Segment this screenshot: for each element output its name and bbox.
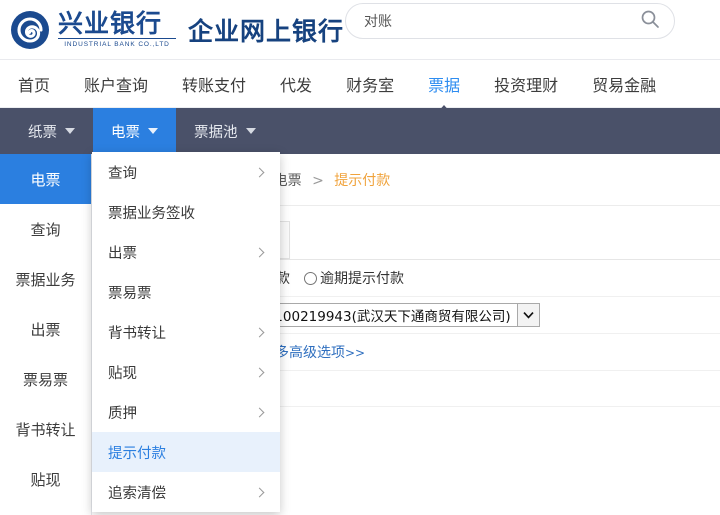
sidebar-item-piaoyipiao[interactable]: 票易票 [0, 354, 91, 404]
menu-item-query-label: 查询 [108, 162, 256, 183]
menu-item-discount-label: 贴现 [108, 362, 256, 383]
search-input[interactable] [364, 13, 640, 29]
chevron-right-icon [255, 327, 265, 337]
menu-item-payment-prompt[interactable]: 提示付款 [92, 432, 280, 472]
sidebar-item-bill-business[interactable]: 票据业务 [0, 254, 91, 304]
main-navigation: 首页 账户查询 转账支付 代发 财务室 票据 投资理财 贸易金融 [0, 60, 720, 108]
chevron-right-icon [255, 167, 265, 177]
radio-overdue-payment[interactable]: 逾期提示付款 [304, 268, 404, 288]
subnav-item-bill-pool-label: 票据池 [194, 121, 238, 142]
breadcrumb-item-current: 提示付款 [334, 173, 390, 189]
menu-item-recourse[interactable]: 追索清偿 [92, 472, 280, 512]
nav-item-bills[interactable]: 票据 [428, 72, 460, 96]
nav-item-trade-finance[interactable]: 贸易金融 [592, 72, 656, 96]
brand-subtitle: 企业网上银行 [188, 12, 344, 48]
global-search[interactable] [345, 3, 675, 39]
sidebar-item-issue[interactable]: 出票 [0, 304, 91, 354]
sub-navigation: 纸票 电票 票据池 [0, 108, 720, 154]
menu-item-query[interactable]: 查询 [92, 152, 280, 192]
subnav-item-paper-bill-label: 纸票 [28, 121, 57, 142]
radio-dot-icon[interactable] [304, 272, 317, 285]
sidebar-item-discount[interactable]: 贴现 [0, 454, 91, 504]
sidebar-item-pledge[interactable]: 质押 [0, 504, 91, 515]
menu-item-endorsement[interactable]: 背书转让 [92, 312, 280, 352]
page-root: 兴业银行 INDUSTRIAL BANK CO.,LTD 企业网上银行 首页 账… [0, 0, 720, 515]
sidebar-item-endorsement[interactable]: 背书转让 [0, 404, 91, 454]
site-header: 兴业银行 INDUSTRIAL BANK CO.,LTD 企业网上银行 [0, 0, 720, 60]
nav-item-transfer-payment[interactable]: 转账支付 [182, 72, 246, 96]
menu-item-recourse-label: 追索清偿 [108, 482, 256, 503]
radio-overdue-payment-label: 逾期提示付款 [320, 268, 404, 288]
chevron-down-icon [148, 128, 158, 134]
menu-item-payment-prompt-label: 提示付款 [108, 442, 266, 463]
e-bill-dropdown-menu: 查询 票据业务签收 出票 票易票 背书转让 贴现 质押 提示付款 追索清偿 [92, 152, 280, 512]
left-sidebar: 电票 查询 票据业务 出票 票易票 背书转让 贴现 质押 [0, 154, 92, 515]
menu-item-pledge-label: 质押 [108, 402, 256, 423]
chevron-down-icon [65, 128, 75, 134]
menu-item-pledge[interactable]: 质押 [92, 392, 280, 432]
chevron-right-icon [255, 367, 265, 377]
menu-item-issue-label: 出票 [108, 242, 256, 263]
nav-item-finance-room[interactable]: 财务室 [346, 72, 394, 96]
nav-item-agent-payroll[interactable]: 代发 [280, 72, 312, 96]
chevron-right-icon [255, 487, 265, 497]
nav-item-account-query[interactable]: 账户查询 [84, 72, 148, 96]
subnav-item-bill-pool[interactable]: 票据池 [176, 108, 274, 154]
menu-item-piaoyipiao[interactable]: 票易票 [92, 272, 280, 312]
industrial-bank-logo-icon [8, 8, 52, 52]
menu-item-piaoyipiao-label: 票易票 [108, 282, 266, 303]
menu-item-bill-business-signing[interactable]: 票据业务签收 [92, 192, 280, 232]
breadcrumb-separator: > [312, 173, 324, 189]
search-icon[interactable] [640, 9, 660, 34]
chevron-down-icon[interactable] [517, 304, 539, 326]
subnav-item-e-bill[interactable]: 电票 [93, 108, 176, 154]
menu-item-endorsement-label: 背书转让 [108, 322, 256, 343]
sidebar-item-query[interactable]: 查询 [0, 204, 91, 254]
brand-name-en: INDUSTRIAL BANK CO.,LTD [58, 38, 176, 49]
menu-item-bill-business-signing-label: 票据业务签收 [108, 202, 266, 223]
brand-name: 兴业银行 INDUSTRIAL BANK CO.,LTD [58, 11, 176, 49]
chevron-right-icon [255, 247, 265, 257]
menu-item-discount[interactable]: 贴现 [92, 352, 280, 392]
sidebar-item-e-bill[interactable]: 电票 [0, 154, 91, 204]
chevron-down-icon [246, 128, 256, 134]
nav-item-home[interactable]: 首页 [18, 72, 50, 96]
advanced-options-suffix: >> [345, 346, 365, 360]
menu-item-issue[interactable]: 出票 [92, 232, 280, 272]
subnav-item-paper-bill[interactable]: 纸票 [10, 108, 93, 154]
chevron-right-icon [255, 407, 265, 417]
subnav-item-e-bill-label: 电票 [111, 121, 140, 142]
nav-item-investment[interactable]: 投资理财 [494, 72, 558, 96]
brand-name-cn: 兴业银行 [58, 11, 176, 37]
